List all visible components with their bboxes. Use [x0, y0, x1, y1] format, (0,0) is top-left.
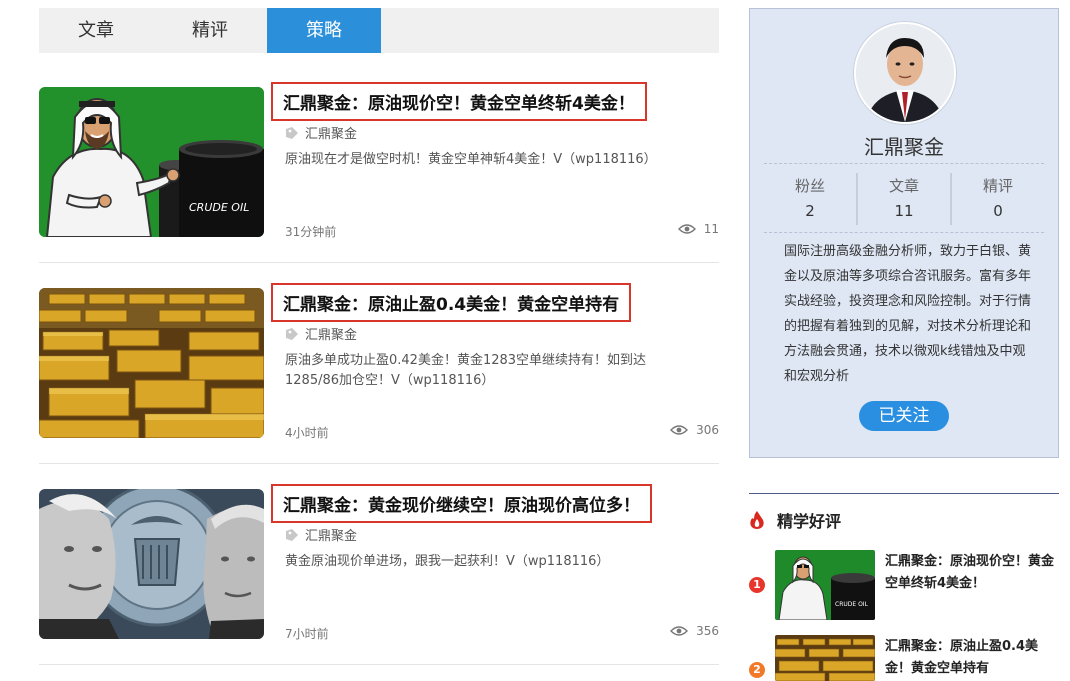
section-title: 精学好评	[777, 512, 842, 531]
stat-value: 2	[805, 202, 815, 220]
article-author[interactable]: 汇鼎聚金	[285, 123, 357, 142]
stat-reviews[interactable]: 精评 0	[950, 173, 1044, 225]
article-views: 306	[670, 423, 719, 437]
list-item-thumbnail[interactable]: CRUDE OIL	[775, 550, 875, 620]
divider	[749, 493, 1059, 494]
article-summary: 原油多单成功止盈0.42美金！黄金1283空单继续持有！如到达1285/86加仓…	[285, 353, 647, 388]
divider	[764, 163, 1044, 164]
follow-button[interactable]: 已关注	[859, 401, 949, 431]
article-views: 356	[670, 624, 719, 638]
barrel-label: CRUDE OIL	[835, 601, 869, 608]
article-title[interactable]: 汇鼎聚金：黄金现价继续空！原油现价高位多！	[271, 484, 652, 523]
article-thumbnail[interactable]	[39, 288, 264, 438]
list-item-title[interactable]: 汇鼎聚金：原油止盈0.4美金！黄金空单持有	[885, 636, 1055, 680]
stat-label: 粉丝	[794, 177, 825, 195]
eye-icon	[677, 224, 696, 234]
stat-articles[interactable]: 文章 11	[856, 173, 950, 225]
tab-bar: 文章 精评 策略	[39, 8, 719, 53]
tag-icon	[286, 528, 298, 541]
article-item[interactable]: CRUDE OIL 汇鼎聚金：原油现价空！黄金空单终斩4美金！ 汇鼎聚金 原油现	[39, 82, 719, 263]
view-count: 306	[696, 423, 719, 437]
tag-icon	[286, 126, 298, 139]
article-summary: 原油现在才是做空时机！黄金空单神斩4美金！V（wp118116）	[285, 152, 657, 167]
profile-bio: 国际注册高级金融分析师，致力于白银、黄金以及原油等多项综合咨讯服务。富有多年实战…	[784, 244, 1032, 384]
rank-badge: 1	[749, 577, 765, 593]
list-item[interactable]: 1 CRUDE OIL 汇鼎聚金：原油现价空！黄金空单终斩4美金！	[749, 550, 1059, 620]
view-count: 356	[696, 624, 719, 638]
stat-fans[interactable]: 粉丝 2	[764, 173, 856, 225]
profile-name: 汇鼎聚金	[864, 135, 944, 159]
article-item[interactable]: 汇鼎聚金：黄金现价继续空！原油现价高位多！ 汇鼎聚金 黄金原油现价单进场，跟我一…	[39, 484, 719, 665]
page: 文章 精评 策略 CRUDE OIL 汇鼎聚金：原油现价空！黄金空单终斩4美金！…	[0, 0, 1070, 681]
avatar[interactable]	[854, 22, 956, 124]
article-views: 11	[677, 222, 719, 236]
tag-icon	[286, 327, 298, 340]
article-time: 31分钟前	[285, 225, 337, 239]
author-profile-card: 汇鼎聚金 粉丝 2 文章 11 精评 0 国际注册高级金融分析师，致力于白银、黄…	[749, 8, 1059, 458]
article-summary: 黄金原油现价单进场，跟我一起获利！V（wp118116）	[285, 554, 610, 569]
divider	[764, 232, 1044, 233]
barrel-label: CRUDE OIL	[189, 201, 249, 214]
view-count: 11	[703, 222, 719, 236]
article-time: 4小时前	[285, 426, 329, 440]
list-item-title[interactable]: 汇鼎聚金：原油现价空！黄金空单终斩4美金！	[885, 551, 1055, 595]
list-item[interactable]: 2 汇鼎聚金：原油止盈0.4美金！黄金空单持有	[749, 635, 1059, 681]
eye-icon	[670, 626, 689, 636]
article-time: 7小时前	[285, 627, 329, 641]
fire-icon	[750, 511, 764, 529]
article-author[interactable]: 汇鼎聚金	[285, 525, 357, 544]
article-thumbnail[interactable]	[39, 489, 264, 639]
eye-icon	[670, 425, 689, 435]
author-name: 汇鼎聚金	[305, 529, 358, 544]
article-title[interactable]: 汇鼎聚金：原油现价空！黄金空单终斩4美金！	[271, 82, 647, 121]
section-heading: 精学好评	[749, 508, 841, 532]
stat-label: 精评	[982, 177, 1013, 195]
stat-value: 11	[894, 202, 914, 220]
article-title[interactable]: 汇鼎聚金：原油止盈0.4美金！黄金空单持有	[271, 283, 632, 322]
author-name: 汇鼎聚金	[305, 328, 358, 343]
tab-articles[interactable]: 文章	[39, 8, 153, 53]
article-item[interactable]: 汇鼎聚金：原油止盈0.4美金！黄金空单持有 汇鼎聚金 原油多单成功止盈0.42美…	[39, 283, 719, 464]
stat-label: 文章	[888, 177, 919, 195]
article-author[interactable]: 汇鼎聚金	[285, 324, 357, 343]
author-name: 汇鼎聚金	[305, 127, 358, 142]
profile-stats: 粉丝 2 文章 11 精评 0	[764, 173, 1044, 225]
rank-badge: 2	[749, 662, 765, 678]
article-thumbnail[interactable]: CRUDE OIL	[39, 87, 264, 237]
tab-reviews[interactable]: 精评	[153, 8, 267, 53]
tab-strategy[interactable]: 策略	[267, 8, 381, 53]
list-item-thumbnail[interactable]	[775, 635, 875, 681]
stat-value: 0	[993, 202, 1003, 220]
